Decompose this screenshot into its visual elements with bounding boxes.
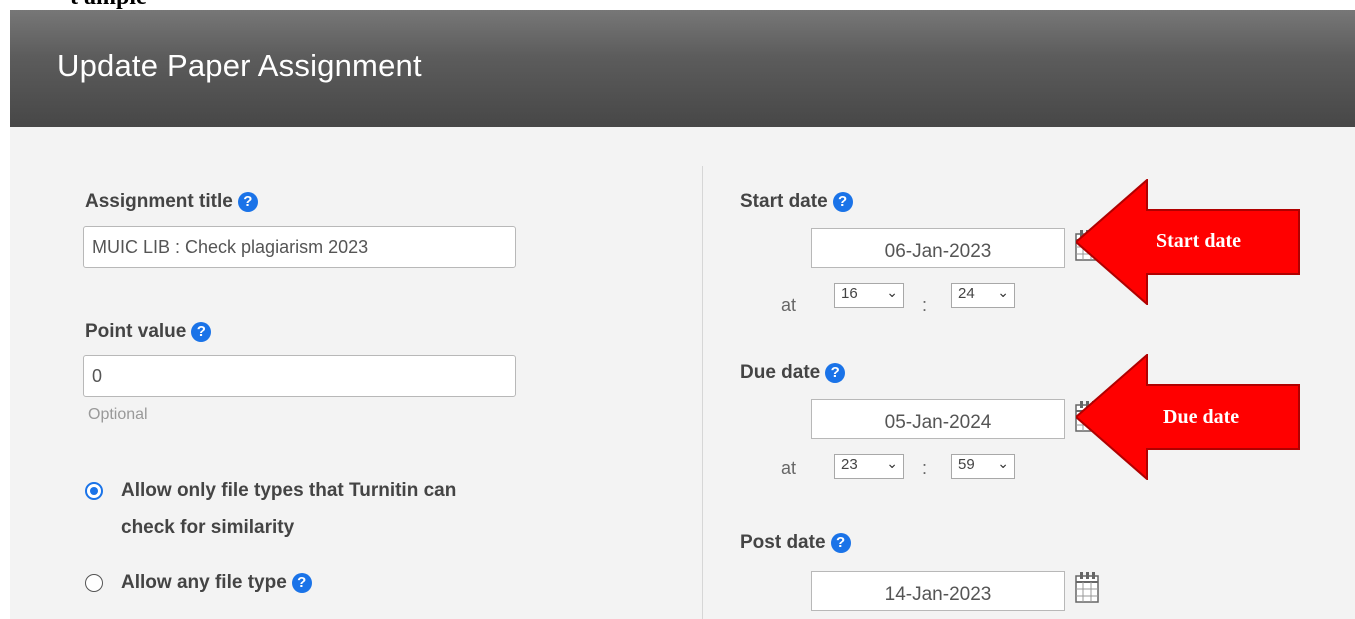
assignment-title-label: Assignment title? [85, 191, 258, 213]
due-date-arrow-label: Due date [1163, 406, 1240, 428]
due-minute-value: 59 [958, 456, 975, 473]
due-hour-value: 23 [841, 456, 858, 473]
help-icon[interactable]: ? [830, 533, 851, 553]
point-value-label: Point value? [85, 321, 212, 343]
column-divider [702, 166, 703, 619]
chevron-down-icon: ⌄ [997, 284, 1009, 300]
due-at-label: at [781, 458, 797, 478]
due-date-input[interactable]: 05-Jan-2024 [811, 399, 1065, 439]
help-icon[interactable]: ? [291, 573, 312, 593]
help-icon[interactable]: ? [237, 192, 258, 212]
radio-selected-icon[interactable] [85, 482, 103, 500]
start-hour-value: 16 [841, 285, 858, 302]
point-value-input[interactable] [83, 355, 516, 397]
assignment-title-input[interactable] [83, 226, 516, 268]
post-date-label-text: Post date [740, 532, 826, 553]
start-at-label: at [781, 295, 797, 315]
page-top-fragment: t ample [0, 0, 1355, 10]
time-colon: : [922, 458, 928, 478]
post-date-input[interactable]: 14-Jan-2023 [811, 571, 1065, 611]
start-date-label: Start date? [740, 191, 853, 213]
assignment-title-label-text: Assignment title [85, 191, 233, 212]
page-top-text: t ample [70, 0, 147, 10]
point-value-hint: Optional [88, 406, 148, 423]
start-date-arrow-label: Start date [1156, 230, 1241, 252]
start-minute-value: 24 [958, 285, 975, 302]
time-colon: : [922, 295, 928, 315]
start-date-label-text: Start date [740, 191, 828, 212]
chevron-down-icon: ⌄ [997, 455, 1009, 471]
help-icon[interactable]: ? [825, 363, 846, 383]
calendar-icon[interactable] [1075, 570, 1099, 604]
chevron-down-icon: ⌄ [886, 455, 898, 471]
post-date-label: Post date? [740, 532, 851, 554]
start-date-input[interactable]: 06-Jan-2023 [811, 228, 1065, 268]
start-hour-select[interactable]: 16 ⌄ [834, 283, 904, 308]
update-assignment-dialog: Update Paper Assignment Assignment title… [10, 10, 1355, 619]
radio-allow-any-label: Allow any file type? [121, 564, 312, 601]
help-icon[interactable]: ? [191, 322, 212, 342]
due-hour-select[interactable]: 23 ⌄ [834, 454, 904, 479]
radio-allow-turnitin-label: Allow only file types that Turnitin can c… [121, 480, 457, 538]
help-icon[interactable]: ? [832, 192, 853, 212]
due-date-label: Due date? [740, 362, 846, 384]
due-minute-select[interactable]: 59 ⌄ [951, 454, 1015, 479]
point-value-label-text: Point value [85, 321, 187, 342]
due-date-label-text: Due date [740, 362, 821, 383]
dialog-title: Update Paper Assignment [57, 48, 422, 83]
start-minute-select[interactable]: 24 ⌄ [951, 283, 1015, 308]
dialog-header: Update Paper Assignment [10, 10, 1355, 127]
chevron-down-icon: ⌄ [886, 284, 898, 300]
radio-unselected-icon[interactable] [85, 574, 103, 592]
